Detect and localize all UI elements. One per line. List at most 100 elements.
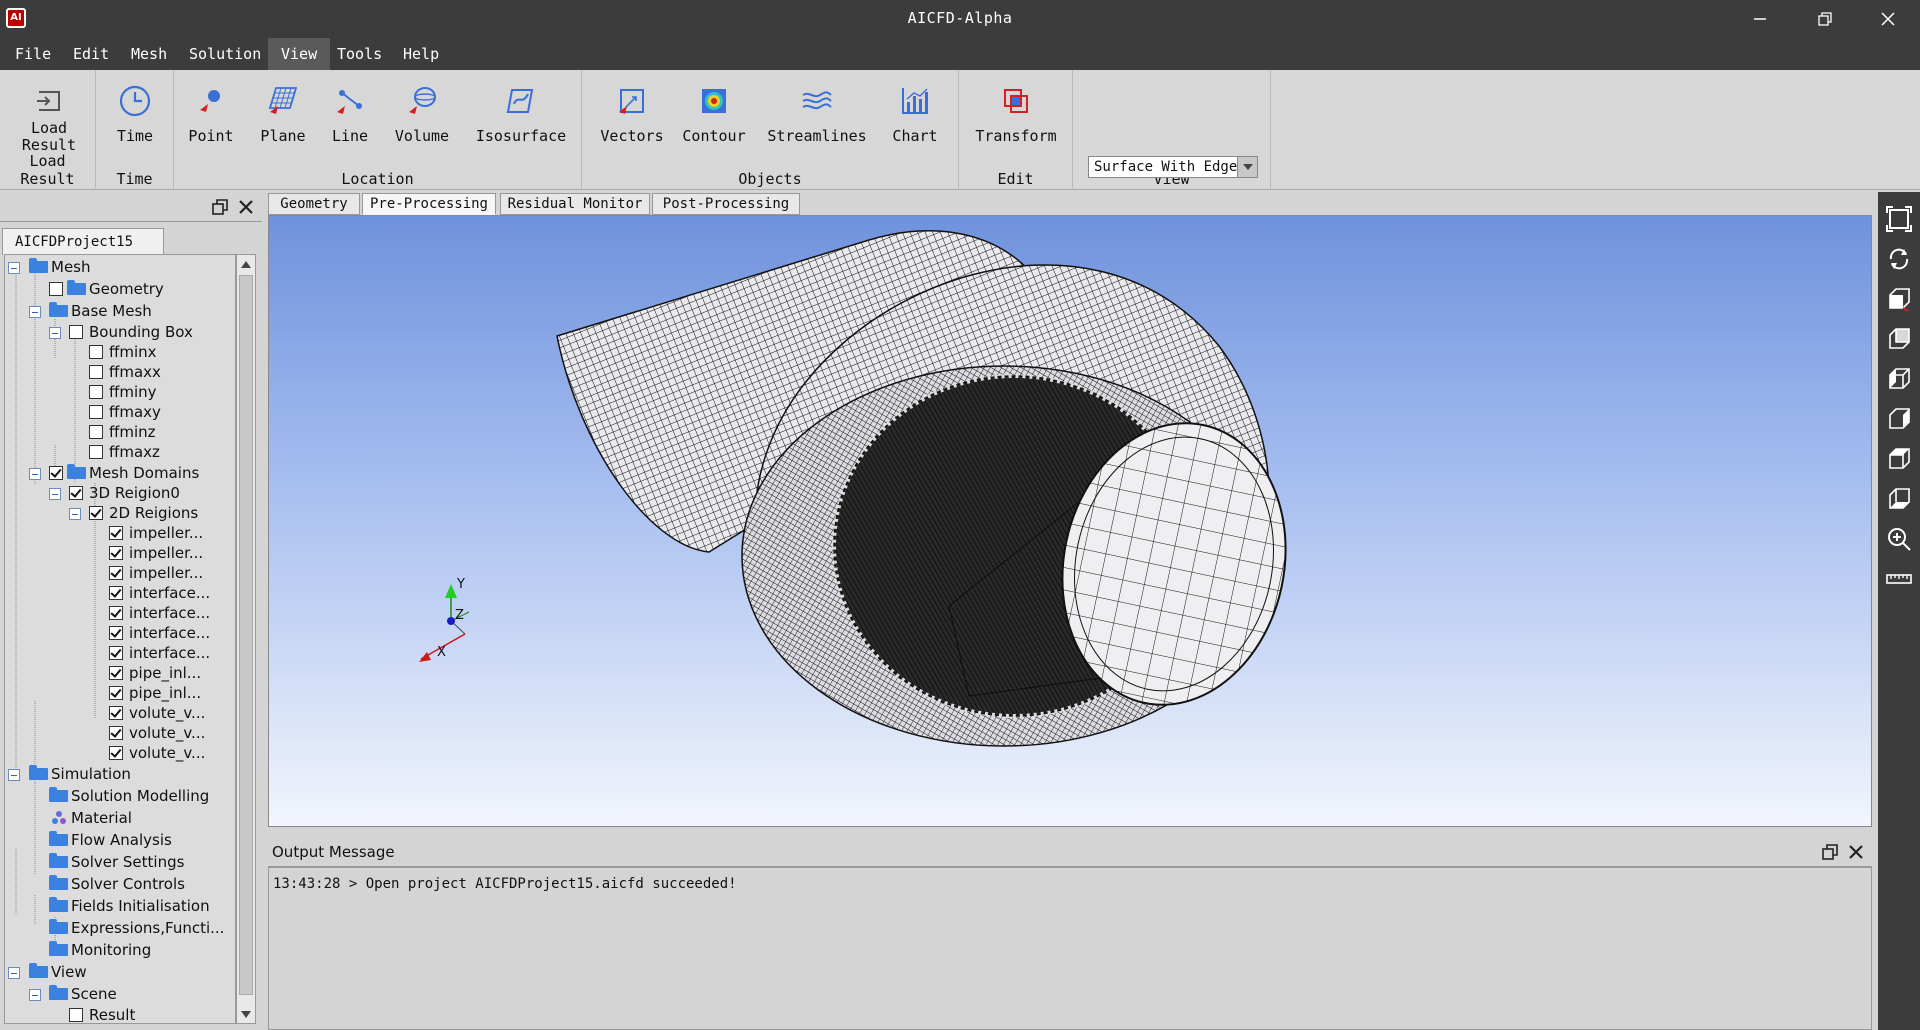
chevron-down-icon[interactable]	[1237, 157, 1257, 177]
collapse-toggle[interactable]	[29, 468, 41, 480]
tab-post-processing[interactable]: Post-Processing	[652, 193, 800, 215]
axis-triad: Y Z X	[419, 577, 470, 662]
close-panel-icon[interactable]	[1848, 844, 1864, 860]
output-log[interactable]: 13:43:28 > Open project AICFDProject15.a…	[268, 867, 1872, 1030]
collapse-toggle[interactable]	[8, 769, 20, 781]
visibility-checkbox[interactable]	[109, 566, 123, 580]
point-icon	[200, 90, 220, 112]
group-label-objects: Objects	[738, 170, 802, 188]
visibility-checkbox[interactable]	[109, 686, 123, 700]
tree-label: Expressions,Functi...	[71, 919, 225, 937]
rotate-icon[interactable]	[1886, 246, 1912, 272]
scroll-down-icon[interactable]	[241, 1011, 251, 1018]
visibility-checkbox[interactable]	[109, 666, 123, 680]
fit-view-icon[interactable]	[1886, 206, 1912, 232]
3d-viewport[interactable]: Y Z X	[268, 215, 1872, 827]
view-front-icon[interactable]	[1886, 286, 1912, 312]
vectors-button[interactable]: Vectors	[596, 84, 668, 145]
group-label-time: Time	[116, 170, 153, 188]
view-left-icon[interactable]	[1886, 366, 1912, 392]
point-button[interactable]: Point	[178, 84, 244, 145]
minimize-icon	[1754, 18, 1766, 20]
collapse-toggle[interactable]	[69, 508, 81, 520]
folder-icon	[49, 787, 68, 802]
collapse-toggle[interactable]	[29, 306, 41, 318]
tree-label: ffmaxx	[109, 363, 161, 381]
vectors-icon	[619, 89, 644, 114]
line-button[interactable]: Line	[320, 84, 380, 145]
visibility-checkbox[interactable]	[89, 345, 103, 359]
visibility-checkbox[interactable]	[89, 445, 103, 459]
collapse-toggle[interactable]	[8, 967, 20, 979]
visibility-checkbox[interactable]	[109, 546, 123, 560]
float-panel-icon[interactable]	[1822, 844, 1838, 860]
visibility-checkbox[interactable]	[109, 726, 123, 740]
chart-button[interactable]: Chart	[882, 84, 948, 145]
contour-button[interactable]: Contour	[678, 84, 750, 145]
menu-tools[interactable]: Tools	[324, 38, 395, 70]
scrollbar-thumb[interactable]	[239, 275, 253, 995]
collapse-toggle[interactable]	[8, 262, 20, 274]
visibility-checkbox[interactable]	[69, 486, 83, 500]
visibility-checkbox[interactable]	[49, 466, 63, 480]
streamlines-button[interactable]: Streamlines	[766, 84, 868, 145]
tree-label: pipe_inl...	[129, 664, 202, 682]
render-mode-select[interactable]: Surface With Edge	[1088, 156, 1258, 178]
visibility-checkbox[interactable]	[109, 606, 123, 620]
visibility-checkbox[interactable]	[109, 626, 123, 640]
group-label-location: Location	[341, 170, 414, 188]
isosurface-button[interactable]: Isosurface	[466, 84, 576, 145]
view-toolbar	[1878, 192, 1920, 1030]
visibility-checkbox[interactable]	[109, 526, 123, 540]
visibility-checkbox[interactable]	[89, 405, 103, 419]
menu-help[interactable]: Help	[390, 38, 452, 70]
scroll-up-icon[interactable]	[241, 261, 251, 268]
clock-icon	[119, 85, 151, 117]
visibility-checkbox[interactable]	[109, 586, 123, 600]
volume-button[interactable]: Volume	[386, 84, 458, 145]
mesh-render[interactable]: Y Z X	[269, 216, 1872, 827]
title-bar: AI AICFD-Alpha	[0, 0, 1920, 38]
project-tab[interactable]: AICFDProject15	[2, 228, 164, 255]
visibility-checkbox[interactable]	[89, 385, 103, 399]
collapse-toggle[interactable]	[49, 488, 61, 500]
visibility-checkbox[interactable]	[109, 646, 123, 660]
tab-residual-monitor[interactable]: Residual Monitor	[500, 193, 650, 215]
view-back-icon[interactable]	[1886, 326, 1912, 352]
view-top-icon[interactable]	[1886, 446, 1912, 472]
collapse-toggle[interactable]	[29, 989, 41, 1001]
visibility-checkbox[interactable]	[89, 425, 103, 439]
plane-button[interactable]: Plane	[250, 84, 316, 145]
visibility-checkbox[interactable]	[69, 1008, 83, 1022]
visibility-checkbox[interactable]	[109, 746, 123, 760]
float-panel-icon[interactable]	[212, 199, 228, 215]
tree-scrollbar[interactable]	[236, 254, 256, 1024]
visibility-checkbox[interactable]	[49, 282, 63, 296]
menu-mesh[interactable]: Mesh	[118, 38, 180, 70]
visibility-checkbox[interactable]	[89, 365, 103, 379]
visibility-checkbox[interactable]	[69, 325, 83, 339]
close-window-button[interactable]	[1858, 0, 1918, 38]
zoom-icon[interactable]	[1886, 526, 1912, 552]
ruler-icon[interactable]	[1886, 566, 1912, 592]
menu-solution[interactable]: Solution	[176, 38, 274, 70]
menu-view[interactable]: View	[268, 38, 331, 70]
restore-button[interactable]	[1795, 0, 1855, 38]
menu-edit[interactable]: Edit	[60, 38, 122, 70]
folder-icon	[29, 258, 48, 273]
visibility-checkbox[interactable]	[109, 706, 123, 720]
tree-label: ffminz	[109, 423, 156, 441]
ribbon-group-load-result: Load Result Load Result	[0, 70, 96, 190]
close-panel-icon[interactable]	[238, 199, 254, 215]
menu-file[interactable]: File	[2, 38, 64, 70]
view-bottom-icon[interactable]	[1886, 486, 1912, 512]
view-right-icon[interactable]	[1886, 406, 1912, 432]
tab-pre-processing[interactable]: Pre-Processing	[362, 193, 496, 215]
collapse-toggle[interactable]	[49, 327, 61, 339]
load-result-button[interactable]: Load Result	[14, 84, 84, 154]
transform-button[interactable]: Transform	[973, 84, 1059, 145]
time-button[interactable]: Time	[102, 84, 168, 145]
minimize-button[interactable]	[1730, 0, 1790, 38]
visibility-checkbox[interactable]	[89, 506, 103, 520]
tab-geometry[interactable]: Geometry	[268, 193, 360, 215]
